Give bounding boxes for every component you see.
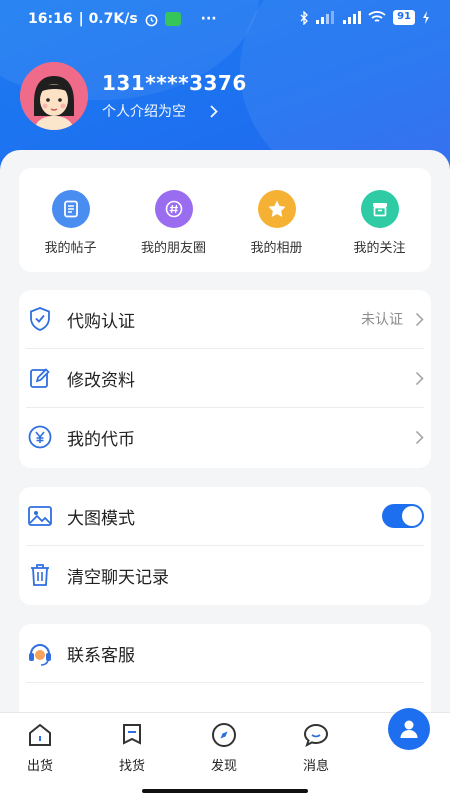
- chevron-right-icon[interactable]: [210, 104, 218, 118]
- headset-icon: [26, 639, 54, 667]
- menu-item-label: 我的代币: [67, 429, 135, 450]
- more-icon: ···: [200, 11, 217, 27]
- status-bar: 16:16 | 0.7K/s ··· 91: [0, 0, 450, 40]
- bookmark-icon: [123, 724, 141, 745]
- hashtag-icon: [154, 190, 193, 228]
- chevron-right-icon: [415, 430, 424, 444]
- menu-item-contact-support[interactable]: 联系客服: [26, 624, 424, 682]
- status-speed: | 0.7K/s: [78, 11, 138, 27]
- bluetooth-icon: [300, 10, 308, 25]
- charging-icon: [423, 11, 429, 24]
- status-time: 16:16: [28, 11, 73, 27]
- menu-item-label: 大图模式: [67, 508, 135, 529]
- menu-item-large-image-mode: 大图模式: [26, 487, 424, 545]
- wechat-icon: [164, 12, 181, 26]
- menu-item-label: 清空聊天记录: [67, 567, 169, 588]
- menu-item-label: 联系客服: [67, 645, 135, 666]
- chevron-right-icon: [415, 371, 424, 385]
- bottom-tab-bar: 出货 找货 发现 消息: [0, 712, 450, 800]
- tab-label: 发现: [210, 759, 237, 774]
- quick-action-label: 我的朋友圈: [140, 241, 206, 256]
- menu-item-label: 代购认证: [67, 311, 135, 332]
- tab-discover[interactable]: 发现: [194, 721, 254, 774]
- tab-messages[interactable]: 消息: [286, 721, 346, 774]
- profile-bio: 个人介绍为空: [102, 104, 186, 120]
- shield-check-icon: [26, 305, 54, 333]
- menu-item-purchase-certification[interactable]: 代购认证 未认证: [26, 290, 424, 348]
- tab-ship[interactable]: 出货: [10, 721, 70, 774]
- menu-item-clear-chat-history[interactable]: 清空聊天记录: [26, 546, 424, 604]
- certification-status: 未认证: [361, 312, 403, 328]
- battery-icon: 91: [393, 10, 415, 25]
- document-icon: [51, 190, 90, 228]
- menu-item-label: 修改资料: [67, 370, 135, 391]
- wifi-icon: [368, 11, 386, 22]
- quick-action-my-following[interactable]: 我的关注: [330, 190, 430, 256]
- tab-label: 出货: [26, 759, 53, 774]
- quick-actions-card: 我的帖子 我的朋友圈 我的相册 我的关注: [19, 168, 431, 272]
- tab-label: 消息: [302, 759, 329, 774]
- alarm-icon: [145, 14, 158, 26]
- house-icon: [29, 723, 51, 746]
- user-icon: [400, 720, 418, 738]
- home-indicator: [142, 789, 308, 793]
- large-image-mode-toggle[interactable]: [382, 504, 424, 528]
- menu-item-edit-profile[interactable]: 修改资料: [26, 349, 424, 407]
- signal-icon: [316, 11, 335, 24]
- signal-hd-icon: [343, 11, 362, 24]
- trash-icon: [26, 561, 54, 589]
- tab-me[interactable]: [388, 708, 430, 750]
- avatar[interactable]: [20, 62, 88, 130]
- quick-action-label: 我的关注: [353, 241, 406, 256]
- quick-action-my-moments[interactable]: 我的朋友圈: [124, 190, 224, 256]
- divider: [26, 682, 424, 683]
- quick-action-label: 我的帖子: [44, 241, 97, 256]
- compass-icon: [212, 723, 236, 747]
- quick-action-my-posts[interactable]: 我的帖子: [21, 190, 121, 256]
- archive-icon: [360, 190, 399, 228]
- tab-find-goods[interactable]: 找货: [102, 721, 162, 774]
- yen-icon: [26, 423, 54, 451]
- profile-header[interactable]: 131****3376 个人介绍为空: [20, 62, 247, 130]
- image-icon: [26, 502, 54, 530]
- edit-icon: [26, 364, 54, 392]
- quick-action-my-album[interactable]: 我的相册: [227, 190, 327, 256]
- chevron-right-icon: [415, 312, 424, 326]
- chat-icon: [303, 723, 329, 748]
- profile-phone: 131****3376: [102, 71, 247, 95]
- menu-item-my-tokens[interactable]: 我的代币: [26, 408, 424, 466]
- tab-label: 找货: [118, 759, 145, 774]
- quick-action-label: 我的相册: [250, 241, 303, 256]
- star-icon: [257, 190, 296, 228]
